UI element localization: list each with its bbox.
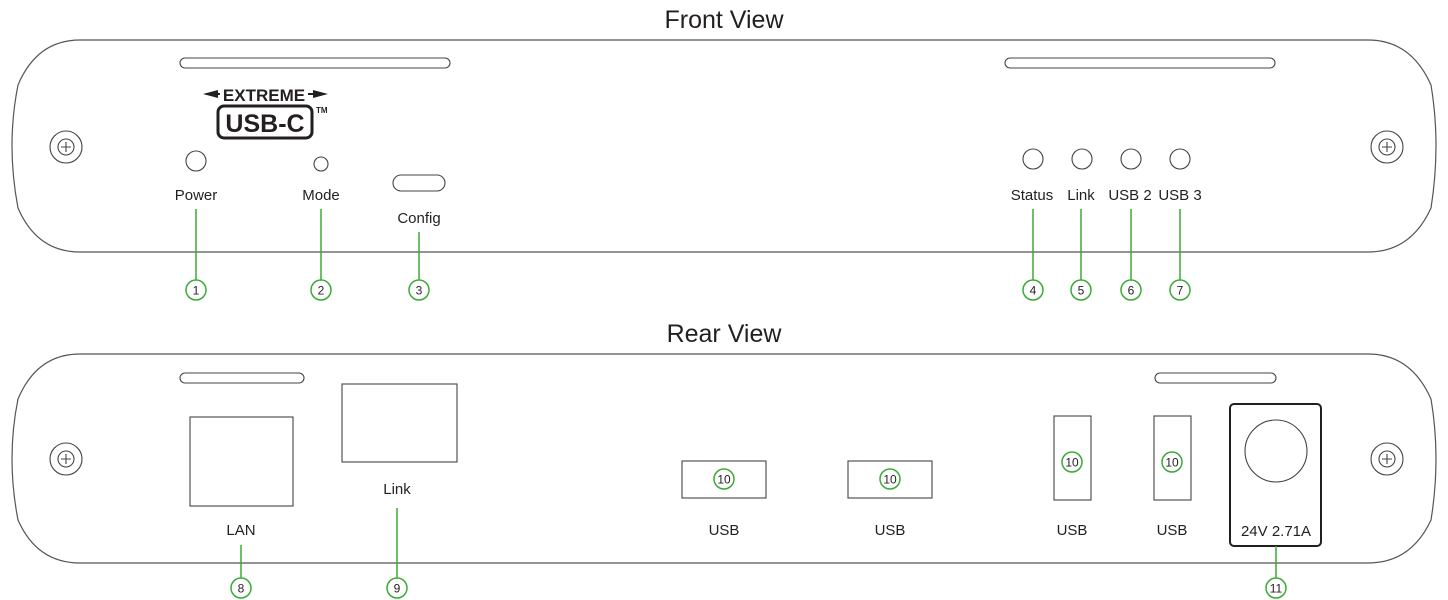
callout-4-number: 4	[1030, 284, 1037, 298]
rear-view-title: Rear View	[667, 320, 783, 348]
rear-link-label: Link	[383, 481, 411, 498]
usb-port-2: 10	[847, 460, 933, 499]
config-port	[392, 174, 446, 192]
status-led	[1022, 148, 1044, 170]
callout-9: 9	[386, 508, 408, 599]
usb2-led	[1120, 148, 1142, 170]
logo-usbc-text: USB-C	[225, 110, 304, 138]
mode-button	[313, 156, 329, 172]
callout-9-number: 9	[394, 582, 401, 596]
callout-7: 7	[1169, 209, 1191, 301]
usb3-label: USB 3	[1158, 187, 1201, 204]
link-label: Link	[1067, 187, 1095, 204]
power-rating-label: 24V 2.71A	[1241, 523, 1311, 540]
logo-tm-text: TM	[316, 106, 328, 115]
usb-port-4-callout: 10	[1165, 456, 1179, 470]
front-screw-right	[1370, 130, 1404, 164]
rear-screw-right	[1370, 442, 1404, 476]
usb-label-1: USB	[709, 522, 740, 539]
rear-vent-slot-left	[179, 372, 305, 384]
callout-8: 8	[230, 545, 252, 599]
callout-1-number: 1	[193, 284, 200, 298]
usb-port-3: 10	[1053, 415, 1092, 501]
usb3-led	[1169, 148, 1191, 170]
callout-2-number: 2	[318, 284, 325, 298]
callout-11-number: 11	[1270, 582, 1283, 596]
status-label: Status	[1011, 187, 1054, 204]
logo-extreme-text: EXTREME	[223, 86, 305, 105]
link-led	[1071, 148, 1093, 170]
usb-port-3-callout: 10	[1065, 456, 1079, 470]
rear-vent-slot-right	[1154, 372, 1277, 384]
usb2-label: USB 2	[1108, 187, 1151, 204]
callout-6: 6	[1120, 209, 1142, 301]
extreme-usb-c-logo: EXTREME USB-C TM	[203, 86, 328, 140]
front-panel-outline	[11, 39, 1437, 253]
mode-label: Mode	[302, 187, 340, 204]
usb-port-2-callout: 10	[883, 473, 897, 487]
link-port	[341, 383, 458, 463]
callout-4: 4	[1022, 209, 1044, 301]
front-vent-slot-right	[1004, 57, 1276, 69]
usb-port-4: 10	[1153, 415, 1192, 501]
rear-screw-left	[49, 442, 83, 476]
config-label: Config	[397, 210, 440, 227]
usb-label-3: USB	[1057, 522, 1088, 539]
callout-3-number: 3	[416, 284, 423, 298]
usb-port-1-callout: 10	[717, 473, 731, 487]
usb-label-4: USB	[1157, 522, 1188, 539]
usb-label-2: USB	[875, 522, 906, 539]
lan-port	[189, 416, 294, 507]
callout-8-number: 8	[238, 582, 245, 596]
power-led	[185, 150, 207, 172]
callout-7-number: 7	[1177, 284, 1184, 298]
front-screw-left	[49, 130, 83, 164]
callout-6-number: 6	[1128, 284, 1135, 298]
power-label: Power	[175, 187, 218, 204]
lan-label: LAN	[226, 522, 255, 539]
callout-2: 2	[310, 209, 332, 301]
callout-5: 5	[1070, 209, 1092, 301]
callout-3: 3	[408, 232, 430, 301]
callout-1: 1	[185, 209, 207, 301]
device-panel-diagram: Front View EXTREME USB-C TM Power Mode C…	[11, 6, 1437, 599]
callout-11: 11	[1265, 546, 1287, 599]
callout-5-number: 5	[1078, 284, 1085, 298]
front-vent-slot-left	[179, 57, 451, 69]
usb-port-1: 10	[681, 460, 767, 499]
front-view-title: Front View	[664, 6, 784, 34]
